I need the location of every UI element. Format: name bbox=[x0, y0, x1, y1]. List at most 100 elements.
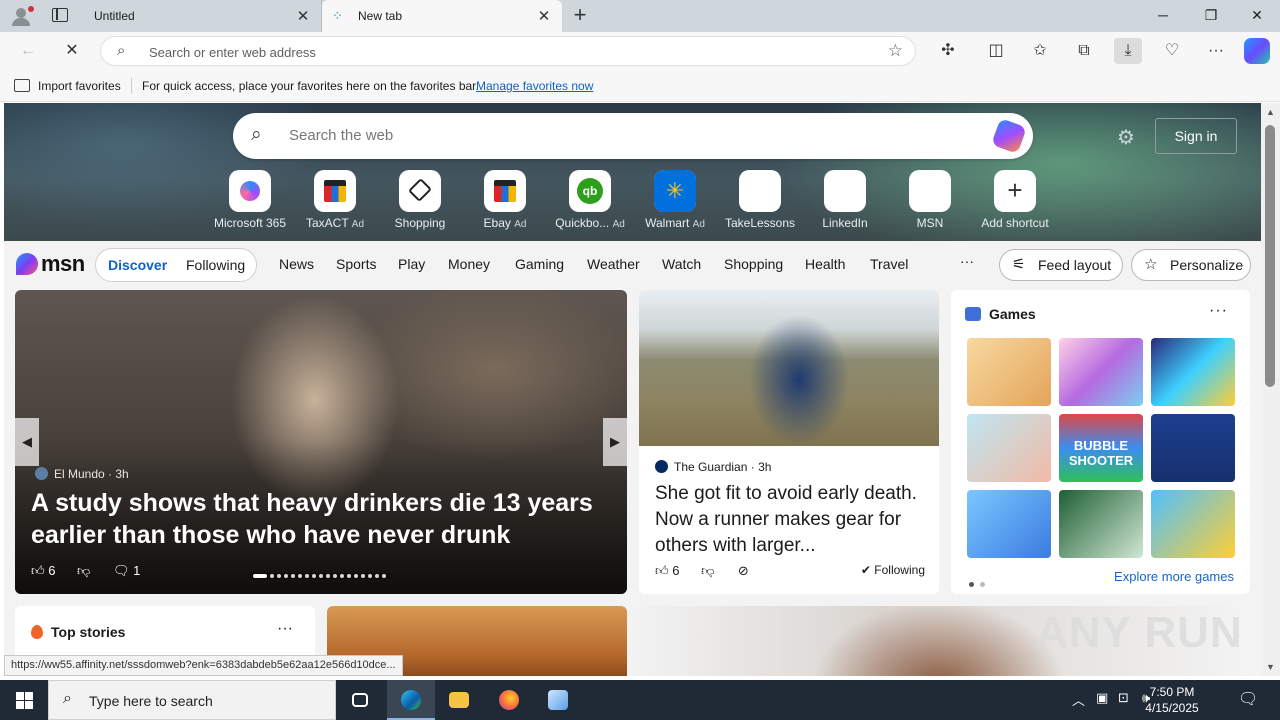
shortcut-taxact[interactable]: TaxACT Ad bbox=[293, 170, 377, 230]
sign-in-button[interactable]: Sign in bbox=[1155, 118, 1237, 154]
nav-health[interactable]: Health bbox=[805, 256, 845, 272]
scroll-down-icon[interactable]: ▼ bbox=[1266, 662, 1275, 672]
favorites-icon[interactable]: ✩ bbox=[1026, 38, 1054, 64]
games-more-button[interactable]: ··· bbox=[1209, 302, 1228, 320]
nav-news[interactable]: News bbox=[279, 256, 314, 272]
scroll-up-icon[interactable]: ▲ bbox=[1266, 107, 1275, 117]
nav-play[interactable]: Play bbox=[398, 256, 425, 272]
address-bar[interactable]: ⌕ Search or enter web address ☆ bbox=[100, 36, 916, 66]
msn-logo[interactable]: msn bbox=[16, 251, 85, 277]
like-button[interactable]: 👍︎ 6 bbox=[31, 563, 55, 579]
story-headline[interactable]: She got fit to avoid early death. Now a … bbox=[655, 481, 925, 559]
taskbar-search[interactable]: ⌕ Type here to search bbox=[48, 680, 336, 720]
taskbar-clock[interactable]: 7:50 PM 4/15/2025 bbox=[1140, 684, 1204, 716]
nav-more-button[interactable]: ··· bbox=[960, 253, 974, 269]
settings-more-icon[interactable]: ··· bbox=[1202, 38, 1230, 64]
edge-taskbar-icon[interactable] bbox=[387, 680, 435, 720]
hero-story-card[interactable]: ◀ ▶ El Mundo · 3h A study shows that hea… bbox=[15, 290, 627, 594]
copilot-icon[interactable] bbox=[1244, 38, 1270, 64]
nav-shopping[interactable]: Shopping bbox=[724, 256, 783, 272]
game-tile-crazy[interactable] bbox=[1151, 490, 1235, 558]
game-tile-hospital[interactable] bbox=[967, 414, 1051, 482]
chevron-up-icon[interactable]: ︿ bbox=[1072, 690, 1085, 709]
nav-weather[interactable]: Weather bbox=[587, 256, 640, 272]
tab-discover[interactable]: Discover bbox=[108, 257, 167, 273]
shortcut-takelessons[interactable]: TakeLessons bbox=[718, 170, 802, 230]
tab-following[interactable]: Following bbox=[186, 257, 245, 273]
shortcut-ebay[interactable]: Ebay Ad bbox=[463, 170, 547, 230]
nav-travel[interactable]: Travel bbox=[870, 256, 908, 272]
feed-layout-button[interactable]: ⚟ Feed layout bbox=[999, 249, 1123, 281]
start-button[interactable] bbox=[0, 680, 48, 720]
notifications-icon[interactable]: 🗨︎ bbox=[1238, 689, 1258, 709]
close-tab-icon[interactable]: ✕ bbox=[295, 7, 311, 25]
downloads-icon[interactable]: ⤓ bbox=[1114, 38, 1142, 64]
game-tile-jewels[interactable] bbox=[1151, 338, 1235, 406]
story-headline[interactable]: A study shows that heavy drinkers die 13… bbox=[31, 487, 621, 551]
copilot-icon[interactable] bbox=[991, 118, 1027, 154]
next-arrow[interactable]: ▶ bbox=[603, 418, 627, 466]
previous-arrow[interactable]: ◀ bbox=[15, 418, 39, 466]
stop-loading-button[interactable]: ✕ bbox=[58, 38, 86, 64]
close-tab-icon[interactable]: ✕ bbox=[536, 7, 552, 25]
favorite-star-icon[interactable]: ☆ bbox=[888, 41, 903, 61]
nav-gaming[interactable]: Gaming bbox=[515, 256, 564, 272]
story-source: The Guardian · 3h bbox=[655, 460, 771, 474]
dislike-icon[interactable]: 👎︎ bbox=[77, 563, 90, 579]
shortcut-quickbooks[interactable]: qb Quickbo... Ad bbox=[548, 170, 632, 230]
carousel-dots[interactable] bbox=[249, 573, 390, 579]
extensions-icon[interactable]: ✣ bbox=[934, 38, 962, 64]
game-tile-wood-screw[interactable] bbox=[967, 338, 1051, 406]
personalize-label: Personalize bbox=[1170, 257, 1244, 273]
nav-money[interactable]: Money bbox=[448, 256, 490, 272]
web-search-box[interactable]: ⌕ Search the web bbox=[233, 113, 1033, 159]
manage-favorites-link[interactable]: Manage favorites now bbox=[476, 79, 593, 93]
scroll-thumb[interactable] bbox=[1265, 125, 1275, 387]
task-view-icon[interactable] bbox=[336, 680, 384, 720]
tab-new-tab[interactable]: ⁘ New tab ✕ bbox=[322, 0, 562, 32]
firefox-icon[interactable] bbox=[485, 680, 533, 720]
following-indicator[interactable]: ✔ Following bbox=[861, 563, 925, 577]
restore-button[interactable]: ❐ bbox=[1188, 0, 1234, 32]
personalize-button[interactable]: ☆ Personalize bbox=[1131, 249, 1251, 281]
comment-button[interactable]: 🗨︎ 1 bbox=[113, 563, 140, 579]
split-screen-icon[interactable]: ◫ bbox=[982, 38, 1010, 64]
minimize-button[interactable]: ─ bbox=[1140, 0, 1186, 32]
games-pager[interactable] bbox=[969, 576, 991, 590]
like-button[interactable]: 👍︎ 6 bbox=[655, 563, 679, 578]
network-icon[interactable]: ⊡ bbox=[1118, 690, 1129, 706]
profile-icon[interactable] bbox=[8, 4, 34, 28]
nav-sports[interactable]: Sports bbox=[336, 256, 376, 272]
top-stories-more-button[interactable]: ··· bbox=[277, 620, 293, 638]
nav-watch[interactable]: Watch bbox=[662, 256, 701, 272]
new-tab-button[interactable]: + bbox=[570, 4, 590, 28]
guardian-story-card[interactable]: The Guardian · 3h She got fit to avoid e… bbox=[639, 290, 939, 594]
file-explorer-icon[interactable] bbox=[435, 680, 483, 720]
device-icon[interactable]: ▣ bbox=[1096, 690, 1108, 706]
game-tile-bubble-shooter[interactable]: BUBBLE SHOOTER bbox=[1059, 414, 1143, 482]
game-tile-burger[interactable] bbox=[967, 490, 1051, 558]
game-tile-makeup[interactable] bbox=[1059, 338, 1143, 406]
shortcut-msn[interactable]: MSN bbox=[888, 170, 972, 230]
tab-actions-icon[interactable] bbox=[52, 8, 68, 22]
shortcut-walmart[interactable]: ✳ Walmart Ad bbox=[633, 170, 717, 230]
tab-untitled[interactable]: Untitled ✕ bbox=[84, 0, 322, 118]
game-tile-mahjong[interactable] bbox=[1059, 490, 1143, 558]
flame-icon bbox=[31, 625, 43, 639]
import-favorites-button[interactable]: Import favorites bbox=[38, 79, 121, 93]
browser-essentials-icon[interactable]: ♡ bbox=[1158, 38, 1186, 64]
page-scrollbar[interactable]: ▲ ▼ bbox=[1261, 103, 1280, 676]
close-window-button[interactable]: ✕ bbox=[1234, 0, 1280, 32]
shortcut-shopping[interactable]: Shopping bbox=[378, 170, 462, 230]
shortcut-add[interactable]: + Add shortcut bbox=[973, 170, 1057, 230]
dislike-icon[interactable]: 👎︎ bbox=[701, 563, 714, 578]
gear-icon[interactable]: ⚙ bbox=[1117, 125, 1135, 150]
app-taskbar-icon[interactable] bbox=[534, 680, 582, 720]
back-button[interactable]: ← bbox=[14, 38, 42, 64]
collections-icon[interactable]: ⧉ bbox=[1070, 38, 1098, 64]
explore-more-games-link[interactable]: Explore more games bbox=[1114, 569, 1234, 584]
hide-story-icon[interactable]: ⊘ bbox=[738, 563, 749, 578]
shortcut-microsoft-365[interactable]: Microsoft 365 bbox=[208, 170, 292, 230]
shortcut-linkedin[interactable]: LinkedIn bbox=[803, 170, 887, 230]
game-tile-blocks[interactable] bbox=[1151, 414, 1235, 482]
